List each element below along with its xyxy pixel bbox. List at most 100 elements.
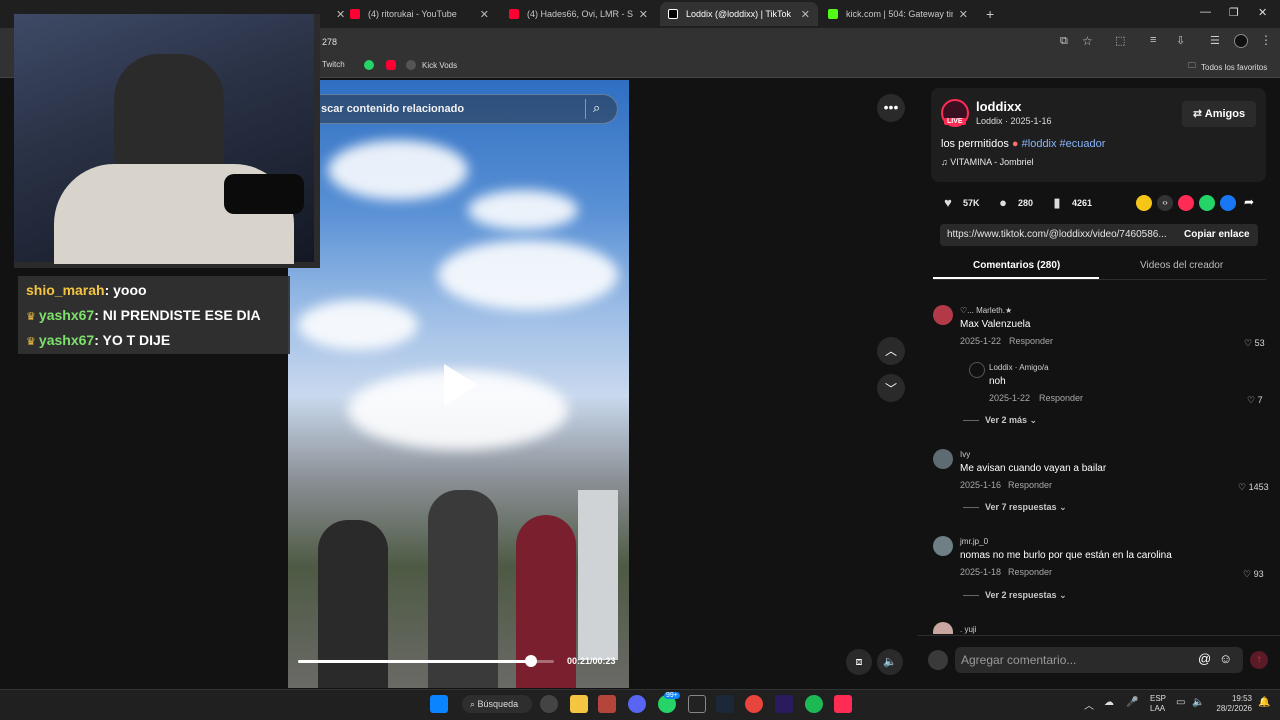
reply-button[interactable]: Responder: [1008, 480, 1052, 490]
mention-icon[interactable]: @: [1198, 651, 1211, 666]
view-more-replies[interactable]: Ver 2 respuestas ⌄: [963, 590, 1067, 601]
search-icon[interactable]: ⌕: [593, 100, 600, 116]
comment-like[interactable]: ♡ 93: [1243, 569, 1264, 580]
epic-games-icon[interactable]: [688, 695, 706, 713]
comment-like[interactable]: ♡ 7: [1247, 395, 1263, 406]
downloads-icon[interactable]: ⇩: [1176, 34, 1185, 47]
onedrive-icon[interactable]: ☁: [1104, 697, 1114, 708]
close-icon[interactable]: ✕: [959, 8, 968, 21]
progress-track[interactable]: [298, 660, 554, 663]
close-icon[interactable]: ✕: [480, 8, 489, 21]
friends-button[interactable]: ⇄ Amigos: [1182, 101, 1256, 127]
mic-icon[interactable]: 🎤: [1126, 697, 1138, 708]
tab-kick[interactable]: kick.com | 504: Gateway time-o ✕: [820, 2, 976, 26]
close-icon[interactable]: ✕: [639, 8, 648, 21]
related-search-input[interactable]: scar contenido relacionado ⌕: [300, 94, 618, 124]
speaker-icon[interactable]: 🔈: [1192, 697, 1204, 708]
bookmark-twitch[interactable]: Twitch: [318, 60, 345, 69]
music-link[interactable]: ♫ VITAMINA - Jombriel: [941, 157, 1034, 167]
previous-video-button[interactable]: ︿: [877, 337, 905, 365]
hashtags[interactable]: #loddix #ecuador: [1022, 138, 1106, 150]
bookmark-kick-vods[interactable]: Kick Vods: [406, 60, 457, 70]
language-indicator[interactable]: ESP LAA: [1150, 694, 1166, 714]
comment-like[interactable]: ♡ 53: [1244, 338, 1265, 349]
widgets-icon[interactable]: [540, 695, 558, 713]
comment-action[interactable]: ● 280: [996, 196, 1033, 210]
start-icon[interactable]: [430, 695, 448, 713]
network-icon[interactable]: ▭: [1176, 697, 1185, 708]
premiere-icon[interactable]: [775, 695, 793, 713]
notification-bell-icon[interactable]: 🔔: [1258, 697, 1270, 708]
close-icon[interactable]: ✕: [801, 8, 810, 21]
like-action[interactable]: ♥ 57K: [941, 196, 979, 210]
avatar[interactable]: [969, 362, 985, 378]
next-video-button[interactable]: ﹀: [877, 374, 905, 402]
menu-icon[interactable]: ⋮: [1260, 33, 1272, 47]
comment-like-count: 53: [1254, 338, 1265, 348]
steam-icon[interactable]: [716, 695, 734, 713]
tab-close-partial[interactable]: ✕: [322, 2, 345, 26]
clock[interactable]: 19:53 28/2/2026: [1214, 694, 1252, 714]
more-options-button[interactable]: •••: [877, 94, 905, 122]
window-close-icon[interactable]: ✕: [1258, 6, 1267, 19]
send-icon[interactable]: [1178, 195, 1194, 211]
tab-tiktok[interactable]: Loddix (@loddixx) | TikTok ✕: [660, 2, 818, 26]
profile-avatar[interactable]: [1234, 34, 1248, 48]
tray-chevron-icon[interactable]: ︿: [1084, 697, 1094, 712]
comment-username[interactable]: jmr.jp_0: [960, 537, 988, 546]
extensions-icon[interactable]: ⬚: [1115, 34, 1125, 47]
embed-icon[interactable]: ‹›: [1157, 195, 1173, 211]
repost-icon[interactable]: [1136, 195, 1152, 211]
tab-search-icon[interactable]: ≡: [1150, 34, 1156, 46]
youtube-icon[interactable]: [386, 60, 402, 70]
taskbar-search[interactable]: ⌕ Búsqueda: [462, 695, 532, 713]
sidebar-icon[interactable]: ☰: [1210, 34, 1220, 47]
tab-youtube-2[interactable]: (4) Hades66, Ovi, LMR - Si Mijo ✕: [501, 2, 656, 26]
discord-icon[interactable]: [628, 695, 646, 713]
save-action[interactable]: ▮ 4261: [1050, 196, 1092, 210]
facebook-icon[interactable]: [1220, 195, 1236, 211]
volume-icon[interactable]: 🔈: [877, 649, 903, 675]
tab-youtube-1[interactable]: (4) ritorukai - YouTube ✕: [342, 2, 497, 26]
url-text[interactable]: 278: [322, 37, 337, 47]
miniplayer-icon[interactable]: ⧈: [846, 649, 872, 675]
comment-username[interactable]: Ivy: [960, 450, 970, 459]
avatar[interactable]: [933, 449, 953, 469]
comment-username[interactable]: ♡... Marleth.★: [960, 306, 1012, 315]
copy-link-button[interactable]: Copiar enlace: [1184, 229, 1250, 240]
bookmark-star-icon[interactable]: ☆: [1082, 34, 1093, 48]
chrome-icon[interactable]: [745, 695, 763, 713]
install-app-icon[interactable]: ⧉: [1060, 35, 1068, 48]
comment-username[interactable]: . yuji: [960, 625, 976, 634]
emoji-picker-icon[interactable]: ☺: [1219, 651, 1232, 666]
whatsapp-share-icon[interactable]: [1199, 195, 1215, 211]
tab-creator-videos[interactable]: Videos del creador: [1140, 260, 1223, 271]
file-explorer-icon[interactable]: [570, 695, 588, 713]
new-tab-button[interactable]: +: [978, 2, 998, 26]
avatar[interactable]: [933, 536, 953, 556]
view-more-replies[interactable]: Ver 2 más ⌄: [963, 415, 1037, 426]
post-comment-button[interactable]: ↑: [1250, 651, 1268, 669]
input-divider: [918, 635, 1280, 636]
reply-button[interactable]: Responder: [1008, 567, 1052, 577]
play-icon[interactable]: [444, 364, 478, 406]
reply-button[interactable]: Responder: [1009, 336, 1053, 346]
app-icon[interactable]: [598, 695, 616, 713]
restore-icon[interactable]: ❐: [1229, 6, 1239, 19]
avatar[interactable]: [933, 305, 953, 325]
share-arrow-icon[interactable]: ➦: [1244, 195, 1254, 209]
view-more-replies[interactable]: Ver 7 respuestas ⌄: [963, 502, 1067, 513]
author-name[interactable]: loddixx: [976, 99, 1022, 114]
whatsapp-icon[interactable]: [364, 60, 380, 70]
tiktok-taskbar-icon[interactable]: [834, 695, 852, 713]
minimize-icon[interactable]: —: [1200, 6, 1211, 18]
progress-handle[interactable]: [524, 655, 537, 667]
spotify-icon[interactable]: [805, 695, 823, 713]
video-url[interactable]: https://www.tiktok.com/@loddixx/video/74…: [947, 229, 1172, 240]
comment-like[interactable]: ♡ 1453: [1238, 482, 1269, 493]
comment-username[interactable]: Loddix · Amigo/a: [989, 363, 1049, 372]
reply-button[interactable]: Responder: [1039, 393, 1083, 403]
comment-input[interactable]: Agregar comentario... @ ☺: [955, 647, 1243, 673]
tab-comments[interactable]: Comentarios (280): [973, 260, 1060, 271]
all-favorites-folder[interactable]: 🗀 Todos los favoritos: [1188, 60, 1267, 74]
